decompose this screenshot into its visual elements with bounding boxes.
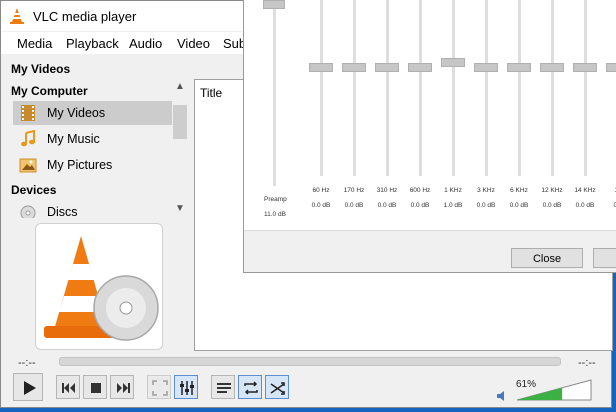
seek-bar[interactable] [59, 357, 561, 366]
band-gain-value: 0.0 dB [509, 202, 529, 209]
sidebar-item-my-music[interactable]: My Music [13, 127, 173, 151]
window-title: VLC media player [33, 9, 137, 24]
music-note-icon [19, 129, 37, 148]
band-gain-value: 0.0 dB [476, 202, 496, 209]
band-slider-track[interactable] [320, 0, 323, 176]
section-my-videos: My Videos [11, 62, 71, 76]
band-slider-thumb[interactable] [309, 63, 333, 72]
film-icon [19, 104, 37, 122]
band-gain-value: 0.0 dB [377, 202, 397, 209]
scroll-down-icon[interactable]: ▼ [175, 203, 185, 214]
band-frequency-label: 14 KHz [574, 187, 596, 194]
equalizer-dialog: Preamp 11.0 dB 60 Hz 0.0 dB 170 Hz 0.0 dB 31… [243, 0, 616, 273]
fullscreen-button[interactable] [147, 375, 171, 399]
stop-icon [91, 383, 101, 393]
sidebar-item-label: My Music [47, 132, 100, 146]
sidebar-item-label: Discs [47, 205, 78, 218]
band-slider-thumb[interactable] [540, 63, 564, 72]
band-frequency-label: 60 Hz [312, 187, 330, 194]
vlc-cone-disc-icon [44, 236, 159, 341]
band-slider-thumb[interactable] [507, 63, 531, 72]
band-slider-thumb[interactable] [342, 63, 366, 72]
sidebar-item-discs[interactable]: Discs [13, 200, 173, 218]
album-art [35, 223, 163, 350]
band-slider-thumb[interactable] [606, 63, 616, 72]
close-button[interactable]: Close [511, 248, 583, 268]
band-frequency-label: 3 KHz [477, 187, 495, 194]
sidebar-item-label: My Videos [47, 106, 106, 120]
play-icon [24, 381, 36, 395]
playlist-toggle-button[interactable] [211, 375, 235, 399]
volume-slider[interactable] [516, 379, 592, 401]
menu-media[interactable]: Media [17, 36, 52, 51]
vlc-cone-icon [9, 7, 25, 30]
band-slider-thumb[interactable] [474, 63, 498, 72]
scroll-up-icon[interactable]: ▲ [175, 81, 185, 92]
band-gain-value: 0.0 [613, 202, 616, 209]
band-frequency-label: 16 [604, 187, 616, 194]
menu-playback[interactable]: Playback [66, 36, 119, 51]
band-slider-thumb[interactable] [441, 58, 465, 67]
band-gain-value: 0.0 dB [311, 202, 331, 209]
band-slider-track[interactable] [518, 0, 521, 176]
sidebar-item-my-pictures[interactable]: My Pictures [13, 153, 173, 177]
band-frequency-label: 600 Hz [409, 187, 431, 194]
disc-icon [19, 203, 37, 218]
equalizer-sliders-icon [180, 381, 194, 395]
previous-button[interactable] [56, 375, 80, 399]
band-frequency-label: 6 KHz [510, 187, 528, 194]
band-slider-track[interactable] [452, 0, 455, 176]
preamp-slider-thumb[interactable] [263, 0, 285, 9]
band-slider-thumb[interactable] [408, 63, 432, 72]
band-frequency-label: 1 KHz [444, 187, 462, 194]
sidebar-item-label: My Pictures [47, 158, 113, 172]
band-slider-thumb[interactable] [573, 63, 597, 72]
speaker-icon[interactable] [495, 389, 509, 408]
fullscreen-icon [152, 380, 168, 396]
band-slider-track[interactable] [353, 0, 356, 176]
band-slider-track[interactable] [485, 0, 488, 176]
secondary-button[interactable] [593, 248, 616, 268]
shuffle-icon [270, 382, 285, 395]
band-gain-value: 0.0 dB [575, 202, 595, 209]
equalizer-panel: Preamp 11.0 dB 60 Hz 0.0 dB 170 Hz 0.0 dB 31… [244, 0, 616, 231]
band-gain-value: 0.0 dB [410, 202, 430, 209]
band-gain-value: 0.0 dB [344, 202, 364, 209]
scroll-thumb[interactable] [173, 105, 187, 139]
playlist-icon [217, 383, 231, 393]
sidebar-item-my-videos[interactable]: My Videos [13, 101, 173, 125]
loop-button[interactable] [238, 375, 262, 399]
band-slider-track[interactable] [551, 0, 554, 176]
menu-audio[interactable]: Audio [129, 36, 162, 51]
extended-settings-button[interactable] [174, 375, 198, 399]
preamp-value: 11.0 dB [264, 211, 286, 218]
band-frequency-label: 170 Hz [343, 187, 365, 194]
loop-icon [244, 381, 258, 395]
preamp-label: Preamp [264, 196, 287, 203]
total-time: --:-- [578, 357, 596, 369]
band-slider-thumb[interactable] [375, 63, 399, 72]
band-slider-track[interactable] [419, 0, 422, 176]
menu-video[interactable]: Video [177, 36, 210, 51]
elapsed-time: --:-- [18, 357, 36, 369]
next-button[interactable] [110, 375, 134, 399]
stop-button[interactable] [83, 375, 107, 399]
sidebar-scrollbar[interactable]: ▲ ▼ [172, 81, 188, 217]
column-header-title[interactable]: Title [200, 86, 222, 100]
band-gain-value: 1.0 dB [443, 202, 463, 209]
band-slider-track[interactable] [386, 0, 389, 176]
band-frequency-label: 12 KHz [541, 187, 563, 194]
preamp-slider-track[interactable] [273, 0, 276, 186]
picture-icon [19, 156, 37, 174]
section-devices: Devices [11, 183, 57, 197]
band-gain-value: 0.0 dB [542, 202, 562, 209]
band-slider-track[interactable] [584, 0, 587, 176]
section-my-computer: My Computer [11, 84, 88, 98]
band-frequency-label: 310 Hz [376, 187, 398, 194]
play-button[interactable] [13, 373, 43, 401]
next-icon [117, 383, 130, 393]
shuffle-button[interactable] [265, 375, 289, 399]
previous-icon [62, 383, 75, 393]
